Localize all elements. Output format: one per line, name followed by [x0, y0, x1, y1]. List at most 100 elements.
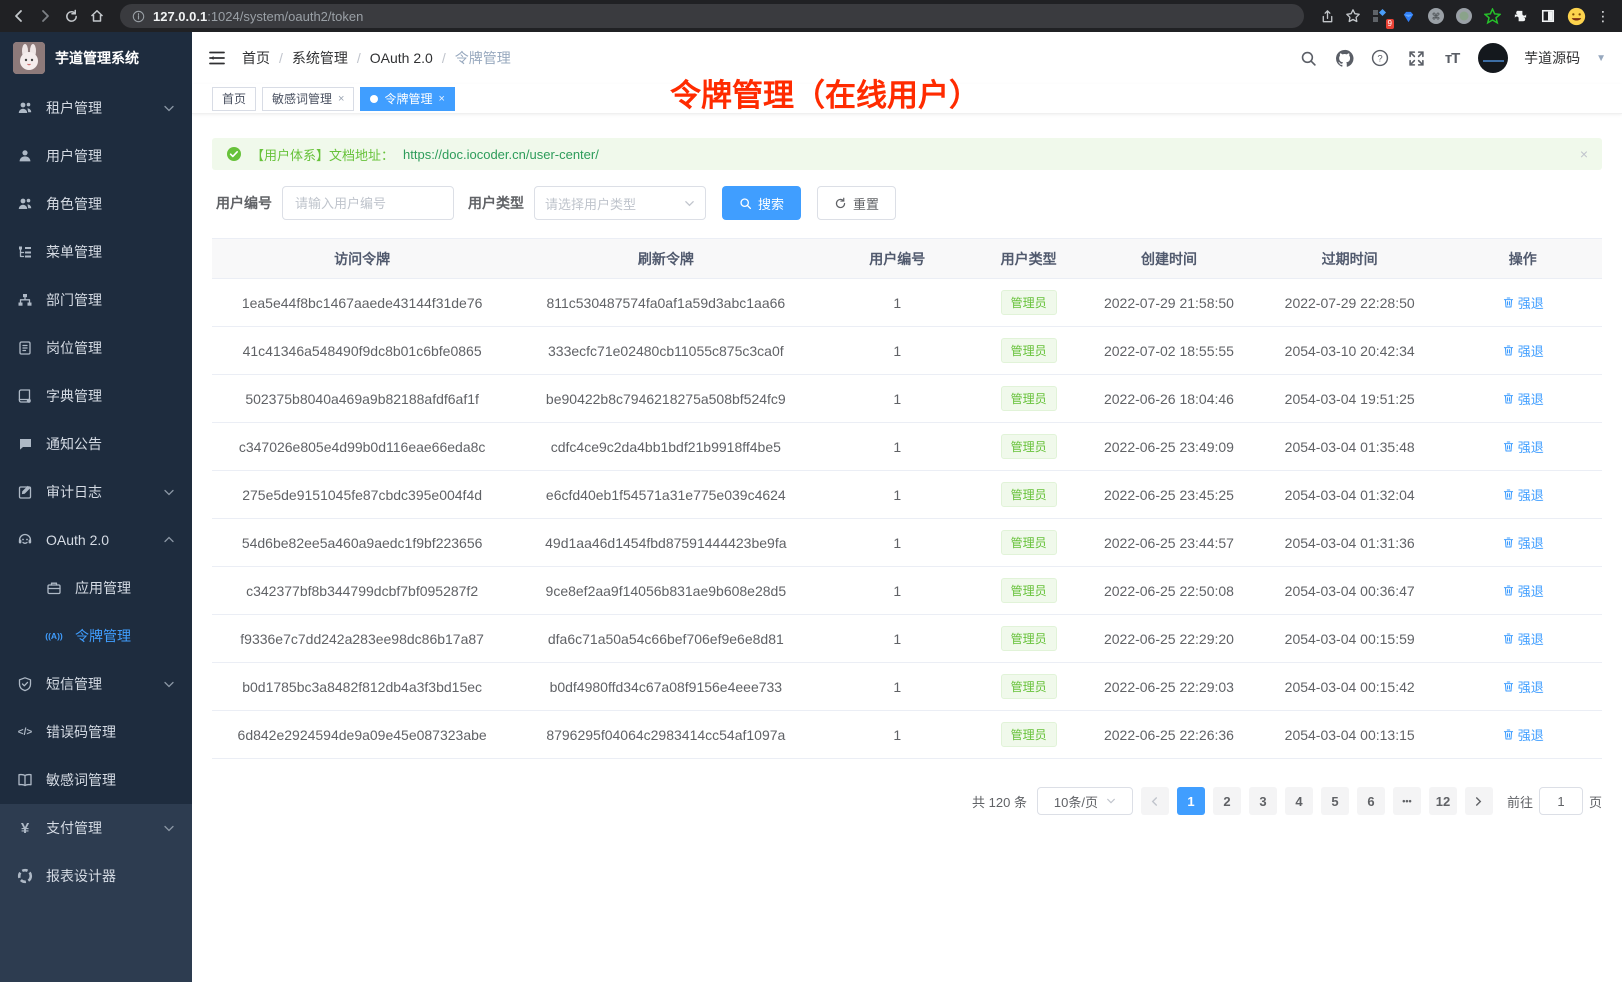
reload-icon[interactable] [62, 7, 80, 25]
next-page-button[interactable] [1465, 787, 1493, 815]
browser-toolbar: 127.0.0.1:1024/system/oauth2/token 9 ⌘ ⋮ [0, 0, 1622, 32]
sidebar-item-oauth-app[interactable]: 应用管理 [0, 564, 192, 612]
page-ellipsis[interactable]: ••• [1393, 787, 1421, 815]
alert-doc-link[interactable]: https://doc.iocoder.cn/user-center/ [403, 147, 599, 162]
user-type-select[interactable]: 请选择用户类型 [534, 186, 706, 220]
share-icon[interactable] [1318, 7, 1336, 25]
forward-icon[interactable] [36, 7, 54, 25]
user-name[interactable]: 芋道源码 [1524, 48, 1580, 68]
prev-page-button[interactable] [1141, 787, 1169, 815]
user-id-cell: 1 [819, 711, 975, 759]
circle-extension-icon[interactable] [1454, 6, 1474, 26]
table-row: 41c41346a548490f9dc8b01c6bfe0865333ecfc7… [212, 327, 1602, 375]
sidebar-item-errcode[interactable]: </>错误码管理 [0, 708, 192, 756]
force-logout-button[interactable]: 强退 [1502, 389, 1544, 408]
force-logout-button[interactable]: 强退 [1502, 581, 1544, 600]
search-button[interactable]: 搜索 [722, 186, 801, 220]
sidebar-item-sms[interactable]: 短信管理 [0, 660, 192, 708]
site-info-icon[interactable] [132, 10, 145, 23]
page-button-5[interactable]: 5 [1321, 787, 1349, 815]
reset-button[interactable]: 重置 [817, 186, 896, 220]
page-button-2[interactable]: 2 [1213, 787, 1241, 815]
force-logout-button[interactable]: 强退 [1502, 629, 1544, 648]
search-icon[interactable] [1298, 48, 1318, 68]
force-logout-button[interactable]: 强退 [1502, 725, 1544, 744]
fullscreen-icon[interactable] [1406, 48, 1426, 68]
token-signal-icon: ((A)) [46, 628, 62, 644]
table-row: 502375b8040a469a9b82188afdf6af1fbe90422b… [212, 375, 1602, 423]
page-button-3[interactable]: 3 [1249, 787, 1277, 815]
tab-首页[interactable]: 首页 [212, 87, 256, 111]
puzzle-extension-icon[interactable] [1510, 6, 1530, 26]
sidebar-item-dept[interactable]: 部门管理 [0, 276, 192, 324]
page-button-1[interactable]: 1 [1177, 787, 1205, 815]
force-logout-button[interactable]: 强退 [1502, 293, 1544, 312]
goto-suffix: 页 [1589, 792, 1602, 811]
font-size-icon[interactable]: ᴛT [1442, 48, 1462, 68]
page-button-4[interactable]: 4 [1285, 787, 1313, 815]
sidebar-item-oauth[interactable]: OAuth 2.0 [0, 516, 192, 564]
force-logout-button[interactable]: 强退 [1502, 677, 1544, 696]
sidebar-item-audit[interactable]: 审计日志 [0, 468, 192, 516]
sidebar-item-menu[interactable]: 菜单管理 [0, 228, 192, 276]
force-logout-button[interactable]: 强退 [1502, 341, 1544, 360]
table-row: c342377bf8b344799dcbf7bf095287f29ce8ef2a… [212, 567, 1602, 615]
sidebar-item-tenant[interactable]: 租户管理 [0, 84, 192, 132]
user-avatar[interactable] [1478, 43, 1508, 73]
breadcrumb-item[interactable]: 首页 [242, 48, 270, 68]
page-button-12[interactable]: 12 [1429, 787, 1457, 815]
back-icon[interactable] [10, 7, 28, 25]
breadcrumb-item[interactable]: OAuth 2.0 [370, 50, 433, 66]
force-logout-label: 强退 [1518, 485, 1544, 504]
bookmark-star-icon[interactable] [1344, 7, 1362, 25]
sidebar-item-notice[interactable]: 通知公告 [0, 420, 192, 468]
force-logout-label: 强退 [1518, 677, 1544, 696]
extension-blocks-icon[interactable]: 9 [1370, 6, 1390, 26]
sidebar-item-label: 租户管理 [46, 98, 102, 118]
command-extension-icon[interactable]: ⌘ [1426, 6, 1446, 26]
sidebar-item-label: 用户管理 [46, 146, 102, 166]
page-size-select[interactable]: 10条/页 [1037, 787, 1133, 815]
tab-敏感词管理[interactable]: 敏感词管理× [262, 87, 354, 111]
app-logo[interactable]: 芋道管理系统 [0, 32, 192, 84]
tab-close-icon[interactable]: × [338, 93, 344, 105]
tab-令牌管理[interactable]: 令牌管理× [360, 87, 454, 111]
tab-close-icon[interactable]: × [438, 93, 444, 105]
gem-extension-icon[interactable] [1398, 6, 1418, 26]
breadcrumb-item[interactable]: 系统管理 [292, 48, 348, 68]
force-logout-button[interactable]: 强退 [1502, 437, 1544, 456]
sidebar-item-pay[interactable]: ¥支付管理 [0, 804, 192, 852]
sidebar-item-oauth-token[interactable]: ((A))令牌管理 [0, 612, 192, 660]
sidebar-item-role[interactable]: 角色管理 [0, 180, 192, 228]
emoji-profile-icon[interactable] [1566, 6, 1586, 26]
github-icon[interactable] [1334, 48, 1354, 68]
sidebar-menu: 租户管理用户管理角色管理菜单管理部门管理岗位管理字典管理通知公告审计日志OAut… [0, 84, 192, 804]
sidebar-item-report[interactable]: 报表设计器 [0, 852, 192, 900]
alert-close-icon[interactable]: × [1580, 146, 1588, 162]
help-icon[interactable]: ? [1370, 48, 1390, 68]
user-id-cell: 1 [819, 423, 975, 471]
created-time-cell: 2022-06-25 22:29:20 [1082, 615, 1256, 663]
refresh-token-cell: cdfc4ce9c2da4bb1bdf21b9918ff4be5 [512, 423, 819, 471]
access-token-cell: c347026e805e4d99b0d116eae66eda8c [212, 423, 512, 471]
expire-time-cell: 2054-03-04 19:51:25 [1256, 375, 1444, 423]
home-icon[interactable] [88, 7, 106, 25]
sidebar-item-post[interactable]: 岗位管理 [0, 324, 192, 372]
green-star-extension-icon[interactable] [1482, 6, 1502, 26]
force-logout-button[interactable]: 强退 [1502, 533, 1544, 552]
sidebar-item-dict[interactable]: 字典管理 [0, 372, 192, 420]
user-type-badge: 管理员 [1001, 626, 1057, 651]
page-button-6[interactable]: 6 [1357, 787, 1385, 815]
svg-text:?: ? [1377, 53, 1382, 64]
sidebar-item-sensitive[interactable]: 敏感词管理 [0, 756, 192, 804]
breadcrumb-item[interactable]: 令牌管理 [455, 48, 511, 68]
force-logout-button[interactable]: 强退 [1502, 485, 1544, 504]
address-bar[interactable]: 127.0.0.1:1024/system/oauth2/token [120, 4, 1304, 28]
user-menu-caret-icon[interactable]: ▼ [1596, 53, 1606, 64]
goto-page-input[interactable] [1539, 787, 1583, 815]
collapse-sidebar-icon[interactable] [206, 47, 228, 69]
reader-extension-icon[interactable] [1538, 6, 1558, 26]
sidebar-item-user[interactable]: 用户管理 [0, 132, 192, 180]
browser-menu-icon[interactable]: ⋮ [1594, 7, 1612, 25]
user-id-input[interactable] [282, 186, 454, 220]
